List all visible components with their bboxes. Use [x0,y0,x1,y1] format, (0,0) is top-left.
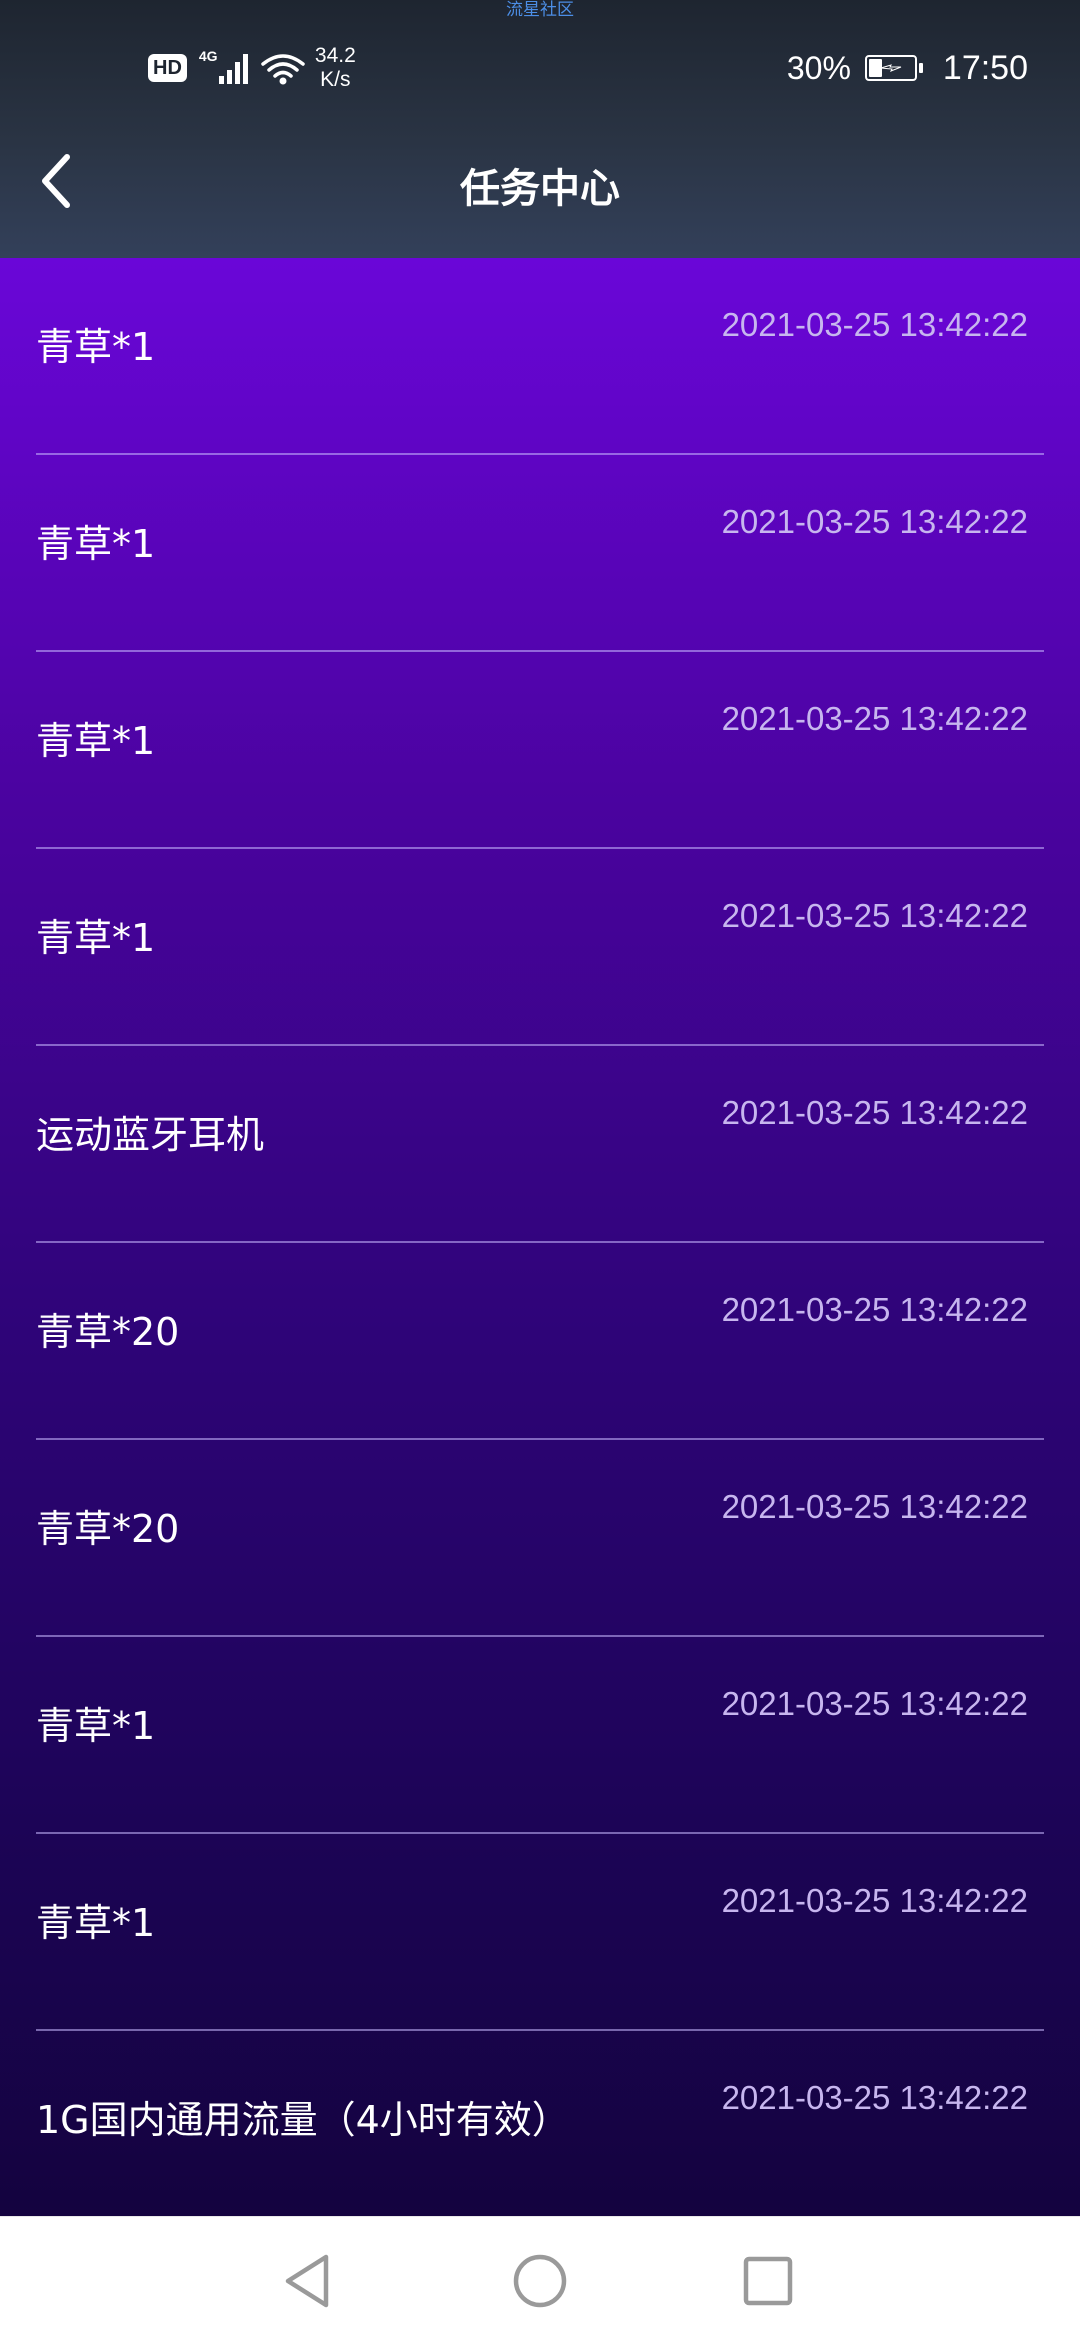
item-name: 青草*20 [36,1507,180,1551]
item-timestamp: 2021-03-25 13:42:22 [721,1882,1028,1919]
nav-back-button[interactable] [276,2249,340,2313]
back-button[interactable] [20,146,90,216]
item-name: 青草*1 [36,916,156,960]
status-bar-right: 30% 17:50 [787,48,1028,88]
list-item[interactable]: 青草*1 2021-03-25 13:42:22 [0,652,1080,849]
item-name: 青草*1 [36,1901,156,1945]
watermark-text: 流星社区 [506,0,574,20]
list-item[interactable]: 青草*1 2021-03-25 13:42:22 [0,455,1080,652]
item-timestamp: 2021-03-25 13:42:22 [721,897,1028,934]
list-item[interactable]: 青草*20 2021-03-25 13:42:22 [0,1243,1080,1440]
item-timestamp: 2021-03-25 13:42:22 [721,1094,1028,1131]
list-item[interactable]: 运动蓝牙耳机 2021-03-25 13:42:22 [0,1046,1080,1243]
triangle-back-icon [285,2254,329,2308]
list-item[interactable]: 青草*1 2021-03-25 13:42:22 [0,1637,1080,1834]
item-name: 青草*1 [36,325,156,369]
list-item[interactable]: 青草*20 2021-03-25 13:42:22 [0,1440,1080,1637]
list-item[interactable]: 1G国内通用流量（4小时有效） 2021-03-25 13:42:22 [0,2031,1080,2216]
list-item[interactable]: 青草*1 2021-03-25 13:42:22 [0,258,1080,455]
signal-icon: 4G [198,48,248,86]
system-nav-bar [0,2216,1080,2341]
network-speed-value: 34.2 [314,44,356,67]
network-speed-unit: K/s [320,68,351,91]
app-bar: 任务中心 [0,128,1080,238]
item-name: 青草*1 [36,522,156,566]
network-type-label: 4G [198,48,218,64]
battery-icon [864,55,923,81]
item-name: 青草*1 [36,719,156,763]
item-name: 1G国内通用流量（4小时有效） [36,2098,570,2142]
list-item[interactable]: 青草*1 2021-03-25 13:42:22 [0,1834,1080,2031]
item-timestamp: 2021-03-25 13:42:22 [721,306,1028,343]
item-timestamp: 2021-03-25 13:42:22 [721,700,1028,737]
item-name: 青草*20 [36,1310,180,1354]
item-timestamp: 2021-03-25 13:42:22 [721,1488,1028,1525]
nav-recents-button[interactable] [736,2249,800,2313]
reward-record-list[interactable]: 青草*1 2021-03-25 13:42:22 青草*1 2021-03-25 13… [0,258,1080,2216]
nav-home-button[interactable] [508,2249,572,2313]
battery-percent: 30% [786,49,851,86]
hd-badge: HD [148,54,187,82]
network-speed: 34.2 K/s [315,44,356,92]
item-timestamp: 2021-03-25 13:42:22 [721,503,1028,540]
wifi-icon [261,54,305,85]
square-recents-icon [743,2256,793,2306]
charging-bolt-icon [880,64,902,72]
item-timestamp: 2021-03-25 13:42:22 [721,1291,1028,1328]
circle-home-icon [513,2254,567,2308]
chevron-left-icon [42,154,70,208]
item-name: 青草*1 [36,1704,156,1748]
status-bar-left: HD 4G 34.2 K/s [148,44,356,91]
header: 流星社区 HD 4G 34.2 K/s 30% 17:50 任务中心 [0,0,1080,258]
item-timestamp: 2021-03-25 13:42:22 [721,1685,1028,1722]
page-title: 任务中心 [460,166,620,212]
clock: 17:50 [942,48,1028,87]
item-timestamp: 2021-03-25 13:42:22 [721,2079,1028,2116]
list-item[interactable]: 青草*1 2021-03-25 13:42:22 [0,849,1080,1046]
item-name: 运动蓝牙耳机 [36,1113,265,1157]
